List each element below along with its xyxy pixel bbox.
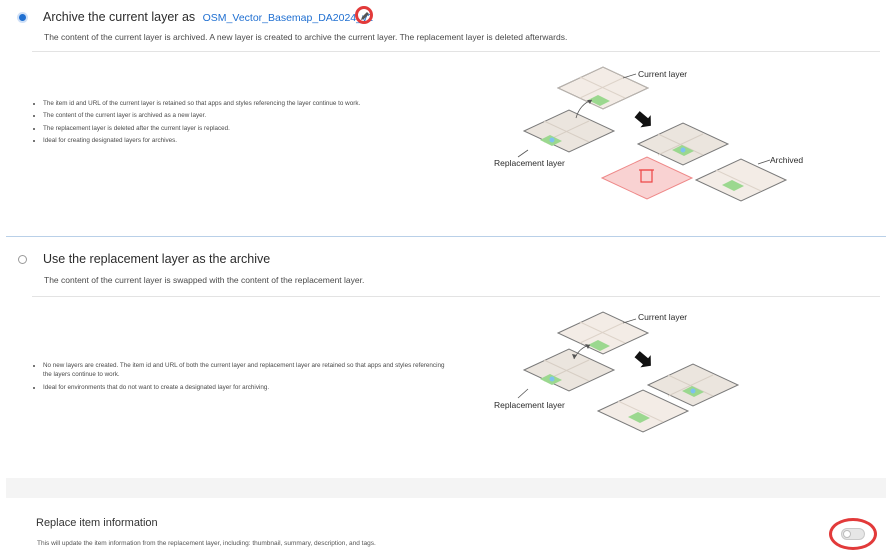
edit-pencil-icon[interactable] (359, 9, 371, 21)
swap-option-radio[interactable] (18, 255, 27, 264)
divider (32, 296, 880, 297)
toggle-knob (843, 530, 851, 538)
archive-layer-name-link[interactable]: OSM_Vector_Basemap_DA2024_v2 (203, 12, 373, 24)
replacement-layer-tile (522, 348, 616, 392)
swap-option-description: The content of the current layer is swap… (44, 275, 365, 285)
archive-option-title: Archive the current layer as OSM_Vector_… (43, 10, 374, 24)
archive-diagram: Current layer Replacement layer Archived (494, 66, 803, 202)
swap-diagram: Current layer Replacement layer (494, 311, 740, 433)
replace-info-description: This will update the item information fr… (37, 540, 376, 547)
replacement-layer-label: Replacement layer (494, 400, 565, 410)
current-layer-label: Current layer (638, 312, 687, 322)
current-layer-tile (556, 311, 650, 355)
replacement-layer-tile (522, 109, 616, 153)
archived-layer-tile (694, 158, 788, 202)
bullet-item: The replacement layer is deleted after t… (43, 124, 453, 133)
current-layer-tile (556, 66, 650, 110)
swap-bullets: No new layers are created. The item id a… (34, 361, 453, 395)
section-divider (6, 236, 886, 237)
replace-info-toggle[interactable] (841, 528, 865, 540)
bullet-item: Ideal for environments that do not want … (43, 383, 453, 392)
archive-bullets: The item id and URL of the current layer… (34, 99, 453, 149)
archived-label: Archived (770, 155, 803, 165)
bullet-item: Ideal for creating designated layers for… (43, 136, 453, 145)
section-separator-band (6, 478, 886, 498)
replace-info-title: Replace item information (36, 517, 158, 529)
bullet-item: No new layers are created. The item id a… (43, 361, 453, 379)
replacement-layer-label: Replacement layer (494, 158, 565, 168)
divider (32, 51, 880, 52)
current-layer-label: Current layer (638, 69, 687, 79)
swap-option-title: Use the replacement layer as the archive (43, 252, 271, 266)
archive-option-description: The content of the current layer is arch… (44, 32, 568, 42)
bullet-item: The item id and URL of the current layer… (43, 99, 453, 108)
bullet-item: The content of the current layer is arch… (43, 111, 453, 120)
archive-option-radio[interactable] (17, 12, 28, 23)
